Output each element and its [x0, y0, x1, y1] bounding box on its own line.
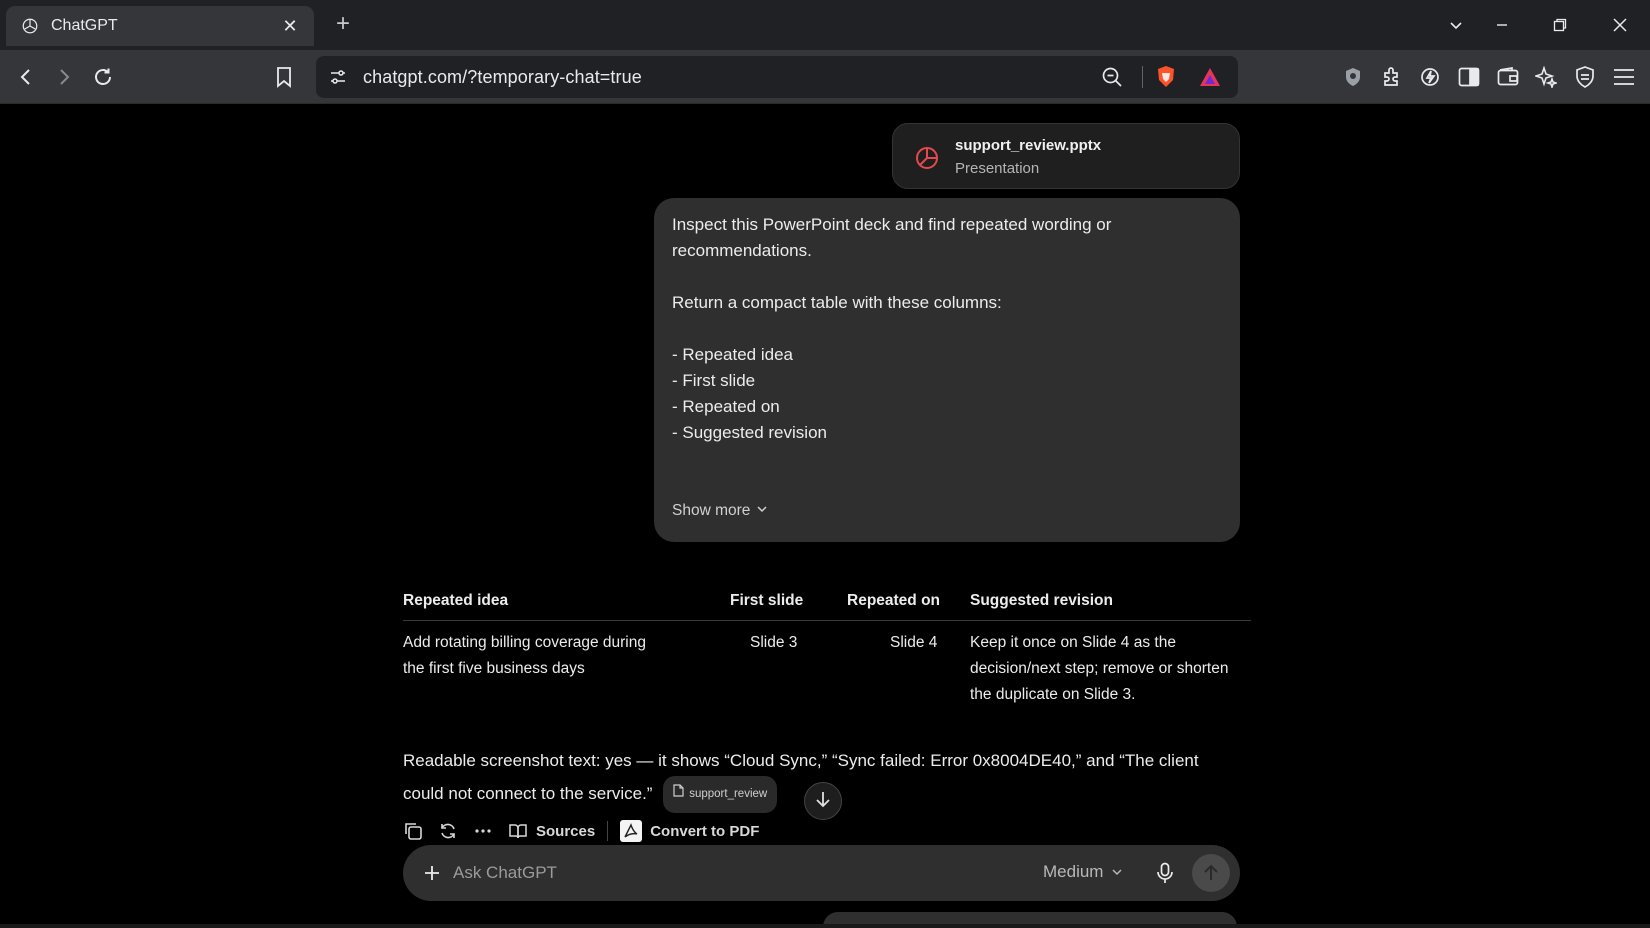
table-cell: the duplicate on Slide 3. — [970, 686, 1136, 703]
show-more-label: Show more — [672, 502, 751, 519]
table-header: First slide — [730, 592, 804, 609]
table-cell: Add rotating billing coverage during — [403, 634, 646, 651]
user-message: Inspect this PowerPoint deck and find re… — [654, 198, 1240, 542]
column-item: - Suggested revision — [672, 423, 827, 442]
summary-line: could not connect to the service.” — [403, 784, 653, 803]
arrow-down-icon — [815, 790, 831, 813]
attachment-card[interactable]: support_review.pptx Presentation — [892, 123, 1240, 189]
attachment-name: support_review.pptx — [955, 137, 1102, 154]
leo-icon[interactable] — [1416, 63, 1444, 91]
restore-icon[interactable] — [1543, 10, 1577, 40]
show-more-button[interactable]: Show more — [672, 498, 768, 524]
browser-toolbar: chatgpt.com/?temporary-chat=true — [0, 50, 1650, 104]
close-tab-icon[interactable]: ✕ — [280, 16, 300, 37]
sources-button[interactable]: Sources — [508, 818, 595, 844]
file-icon — [673, 779, 684, 810]
table-divider — [403, 620, 1251, 621]
more-icon — [475, 829, 491, 833]
citation-chip[interactable]: support_review — [663, 776, 778, 813]
pdf-icon — [620, 820, 643, 842]
bookmark-icon[interactable] — [270, 63, 298, 91]
wallet-icon[interactable] — [1494, 63, 1522, 91]
regenerate-button[interactable] — [438, 818, 458, 844]
scroll-to-bottom-button[interactable] — [804, 782, 842, 820]
summary-line: Readable screenshot text: yes — it shows… — [403, 751, 1199, 770]
ai-sparkle-icon[interactable] — [1532, 63, 1560, 91]
vpn-icon[interactable] — [1339, 63, 1367, 91]
chevron-down-icon — [756, 498, 768, 524]
ask-input[interactable] — [453, 859, 953, 887]
message-line: Return a compact table with these column… — [672, 293, 1002, 312]
column-item: - Repeated on — [672, 397, 780, 416]
brave-shield-icon[interactable] — [1152, 63, 1180, 91]
send-button[interactable] — [1192, 854, 1230, 892]
reload-icon[interactable] — [89, 63, 117, 91]
citation-label: support_review — [689, 788, 768, 800]
table-header: Suggested revision — [970, 592, 1113, 609]
forward-icon[interactable] — [50, 63, 78, 91]
book-icon — [509, 824, 527, 839]
plus-icon — [425, 866, 439, 880]
url-text[interactable]: chatgpt.com/?temporary-chat=true — [363, 67, 642, 88]
message-actions: Sources Convert to PDF — [403, 818, 759, 844]
site-settings-icon[interactable] — [324, 63, 352, 91]
model-label: Medium — [1043, 862, 1104, 881]
extensions-icon[interactable] — [1378, 63, 1406, 91]
chevron-down-icon — [1112, 869, 1122, 876]
actions-divider — [607, 821, 609, 841]
table-cell: Slide 3 — [750, 634, 798, 651]
presentation-icon — [913, 143, 941, 171]
tab-list-icon[interactable] — [1439, 10, 1473, 40]
model-selector[interactable]: Medium — [1043, 862, 1123, 882]
window-close-icon[interactable] — [1603, 10, 1637, 40]
copy-button[interactable] — [403, 818, 423, 844]
table-header: Repeated idea — [403, 592, 509, 609]
column-item: - First slide — [672, 371, 756, 390]
regenerate-icon — [441, 823, 455, 839]
table-cell: decision/next step; remove or shorten — [970, 660, 1229, 677]
convert-label: Convert to PDF — [650, 822, 760, 840]
add-attachment-button[interactable] — [418, 859, 446, 887]
table-cell: the first five business days — [403, 660, 585, 677]
table-header: Repeated on — [847, 592, 941, 609]
copy-icon — [405, 823, 422, 840]
table-cell: Slide 4 — [890, 634, 938, 651]
brave-rewards-icon[interactable] — [1196, 63, 1224, 91]
chatgpt-favicon-icon — [20, 16, 40, 36]
arrow-up-icon — [1204, 864, 1218, 880]
sidebar-icon[interactable] — [1455, 63, 1483, 91]
menu-icon[interactable] — [1610, 63, 1638, 91]
microphone-button[interactable] — [1151, 859, 1179, 887]
microphone-icon — [1157, 862, 1173, 883]
new-tab-icon[interactable]: + — [330, 12, 356, 38]
bottom-strip — [0, 924, 1650, 928]
table-cell: Keep it once on Slide 4 as the — [970, 634, 1176, 651]
more-options-button[interactable] — [473, 818, 493, 844]
browser-tab[interactable]: ChatGPT ✕ — [6, 6, 314, 46]
back-icon[interactable] — [12, 63, 40, 91]
omnibox-divider — [1142, 66, 1143, 88]
convert-to-pdf-button[interactable]: Convert to PDF — [620, 818, 759, 844]
column-item: - Repeated idea — [672, 345, 793, 364]
message-line: Inspect this PowerPoint deck and find re… — [672, 215, 1112, 234]
address-bar[interactable]: chatgpt.com/?temporary-chat=true — [316, 56, 1238, 98]
shield-icon[interactable] — [1571, 63, 1599, 91]
message-line: recommendations. — [672, 241, 812, 260]
zoom-icon[interactable] — [1098, 63, 1126, 91]
sources-label: Sources — [536, 822, 596, 840]
tab-title: ChatGPT — [51, 17, 118, 34]
browser-titlebar: ChatGPT ✕ + — [0, 0, 1650, 50]
attachment-type: Presentation — [955, 160, 1040, 177]
chat-composer: Medium — [403, 845, 1240, 901]
minimize-icon[interactable] — [1485, 10, 1519, 40]
